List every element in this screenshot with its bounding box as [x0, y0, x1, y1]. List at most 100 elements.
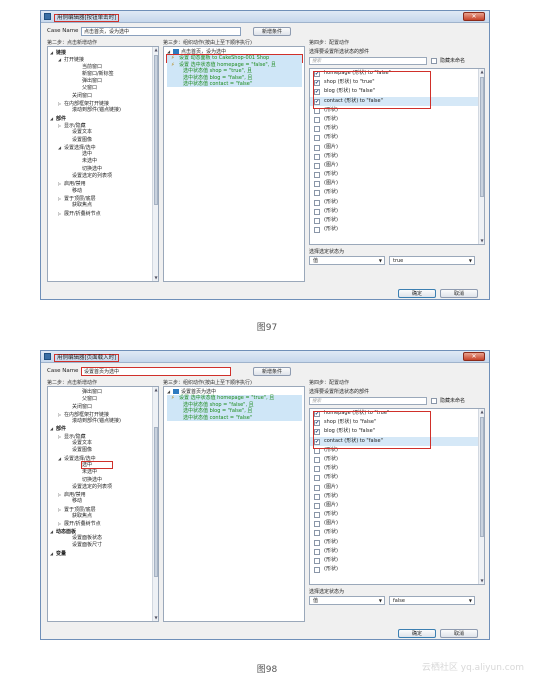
widget-checkbox[interactable]: [314, 218, 320, 224]
widget-checkbox[interactable]: [314, 567, 320, 574]
action-tree-item[interactable]: ◢ 链接: [50, 49, 150, 56]
scroll-down-icon[interactable]: ▼: [153, 275, 158, 281]
widget-checkbox[interactable]: [314, 153, 320, 160]
scroll-thumb[interactable]: [480, 417, 484, 537]
widget-checkbox[interactable]: [314, 502, 320, 509]
close-button[interactable]: ✕: [463, 352, 485, 361]
action-tree-item[interactable]: 设置图像: [50, 447, 150, 454]
scroll-down-icon[interactable]: ▼: [479, 578, 484, 584]
action-tree-item[interactable]: ▷ 显示/隐藏: [50, 433, 150, 440]
action-tree-item[interactable]: 获取焦点: [50, 202, 150, 209]
close-button[interactable]: ✕: [463, 12, 485, 21]
action-tree-item[interactable]: ◢ 动态面板: [50, 528, 150, 535]
action-tree-item[interactable]: 父窗口: [50, 396, 150, 403]
action-tree-item[interactable]: ▷ 显示/隐藏: [50, 122, 150, 129]
action-tree-item[interactable]: 设置图像: [50, 137, 150, 144]
widget-checkbox[interactable]: [314, 116, 320, 123]
action-tree-item[interactable]: 当前窗口: [50, 64, 150, 71]
widget-list-item[interactable]: (图片): [310, 161, 484, 170]
action-tree-item[interactable]: ◢ 变量: [50, 550, 150, 557]
widget-checkbox[interactable]: [314, 135, 320, 142]
widget-list-item[interactable]: (形状): [310, 225, 484, 234]
widget-checkbox[interactable]: [314, 456, 320, 463]
widget-checkbox[interactable]: [314, 558, 320, 564]
action-tree-item[interactable]: 父窗口: [50, 85, 150, 92]
widget-list-item[interactable]: (图片): [310, 501, 484, 510]
widget-checkbox[interactable]: [314, 493, 320, 500]
widget-list-item[interactable]: (图片): [310, 519, 484, 528]
action-tree-item[interactable]: 滚动到部件(锚点链接): [50, 107, 150, 114]
scroll-up-icon[interactable]: ▲: [479, 409, 484, 415]
add-condition-button[interactable]: 新增条件: [253, 367, 291, 376]
action-tree-scrollbar[interactable]: ▲ ▼: [152, 47, 158, 281]
widget-search-input[interactable]: 搜索: [309, 57, 427, 65]
widget-list-item[interactable]: (形状): [310, 216, 484, 225]
add-condition-button[interactable]: 新增条件: [253, 27, 291, 36]
scroll-thumb[interactable]: [480, 77, 484, 197]
value-type-dropdown[interactable]: 值 ▼: [309, 256, 385, 265]
widget-list-item[interactable]: (形状): [310, 510, 484, 519]
scroll-thumb[interactable]: [154, 55, 158, 205]
widget-checkbox[interactable]: [314, 181, 320, 188]
widget-list-item[interactable]: (形状): [310, 538, 484, 547]
action-tree-item[interactable]: 未选中: [50, 469, 150, 476]
widget-checkbox[interactable]: [314, 484, 320, 491]
widget-checkbox[interactable]: [314, 190, 320, 197]
action-tree-item[interactable]: 设置选定的列表项: [50, 173, 150, 180]
widget-list-item[interactable]: (形状): [310, 133, 484, 142]
hide-unnamed-checkbox[interactable]: [431, 398, 437, 404]
scroll-thumb[interactable]: [154, 427, 158, 577]
action-tree-item[interactable]: 设置面板尺寸: [50, 542, 150, 549]
ok-button[interactable]: 确定: [398, 289, 436, 298]
scroll-up-icon[interactable]: ▲: [153, 387, 158, 393]
action-tree-item[interactable]: 未选中: [50, 158, 150, 165]
widget-checkbox[interactable]: [314, 521, 320, 528]
action-tree-item[interactable]: 切换选中: [50, 166, 150, 173]
action-tree-item[interactable]: ▷ 展开/折叠树节点: [50, 520, 150, 527]
action-tree-item[interactable]: 弹出窗口: [50, 389, 150, 396]
action-tree-item[interactable]: ▷ 启用/禁用: [50, 180, 150, 187]
widget-checkbox[interactable]: [314, 199, 320, 206]
scroll-down-icon[interactable]: ▼: [479, 238, 484, 244]
action-tree-item[interactable]: ▷ 展开/折叠树节点: [50, 210, 150, 217]
widget-list-item[interactable]: (形状): [310, 556, 484, 565]
selected-value-dropdown[interactable]: true ▼: [389, 256, 475, 265]
widget-list-item[interactable]: (形状): [310, 198, 484, 207]
widget-checkbox[interactable]: [314, 172, 320, 179]
widget-list-item[interactable]: (形状): [310, 455, 484, 464]
scroll-up-icon[interactable]: ▲: [153, 47, 158, 53]
widget-list-item[interactable]: (图片): [310, 179, 484, 188]
widget-checkbox[interactable]: [314, 144, 320, 151]
widget-checkbox[interactable]: [314, 548, 320, 555]
ok-button[interactable]: 确定: [398, 629, 436, 638]
widget-list-item[interactable]: (形状): [310, 464, 484, 473]
widget-list-item[interactable]: (图片): [310, 143, 484, 152]
widget-list-item[interactable]: (形状): [310, 528, 484, 537]
action-tree-item[interactable]: 移动: [50, 188, 150, 195]
widget-checkbox[interactable]: [314, 530, 320, 537]
action-tree-item[interactable]: 关闭窗口: [50, 404, 150, 411]
action-tree-item[interactable]: 弹出窗口: [50, 78, 150, 85]
widget-list-item[interactable]: (形状): [310, 115, 484, 124]
widget-list-item[interactable]: (形状): [310, 547, 484, 556]
action-item[interactable]: ⚡ 设置 选中状态值 homepage = "true", 且选中状态值 shop…: [167, 395, 302, 422]
widget-list-item[interactable]: (形状): [310, 170, 484, 179]
action-tree-item[interactable]: ◢ 设置选择/选中: [50, 144, 150, 151]
action-tree-item[interactable]: 设置文本: [50, 440, 150, 447]
action-tree-item[interactable]: ◢ 打开链接: [50, 56, 150, 63]
action-tree-item[interactable]: ◢ 部件: [50, 425, 150, 432]
action-tree-item[interactable]: 设置文本: [50, 129, 150, 136]
widget-checkbox[interactable]: [314, 539, 320, 546]
value-type-dropdown[interactable]: 值 ▼: [309, 596, 385, 605]
widget-list-item[interactable]: (形状): [310, 565, 484, 574]
widget-checkbox[interactable]: [314, 126, 320, 133]
action-tree-item[interactable]: 关闭窗口: [50, 93, 150, 100]
widget-list-item[interactable]: (形状): [310, 492, 484, 501]
action-tree-scrollbar[interactable]: ▲ ▼: [152, 387, 158, 621]
action-tree-item[interactable]: ◢ 设置选择/选中: [50, 455, 150, 462]
case-name-input[interactable]: 点击首页，设为选中: [81, 27, 241, 36]
widget-list-item[interactable]: (形状): [310, 152, 484, 161]
widget-list-item[interactable]: (形状): [310, 124, 484, 133]
selected-value-dropdown[interactable]: false ▼: [389, 596, 475, 605]
scroll-up-icon[interactable]: ▲: [479, 69, 484, 75]
